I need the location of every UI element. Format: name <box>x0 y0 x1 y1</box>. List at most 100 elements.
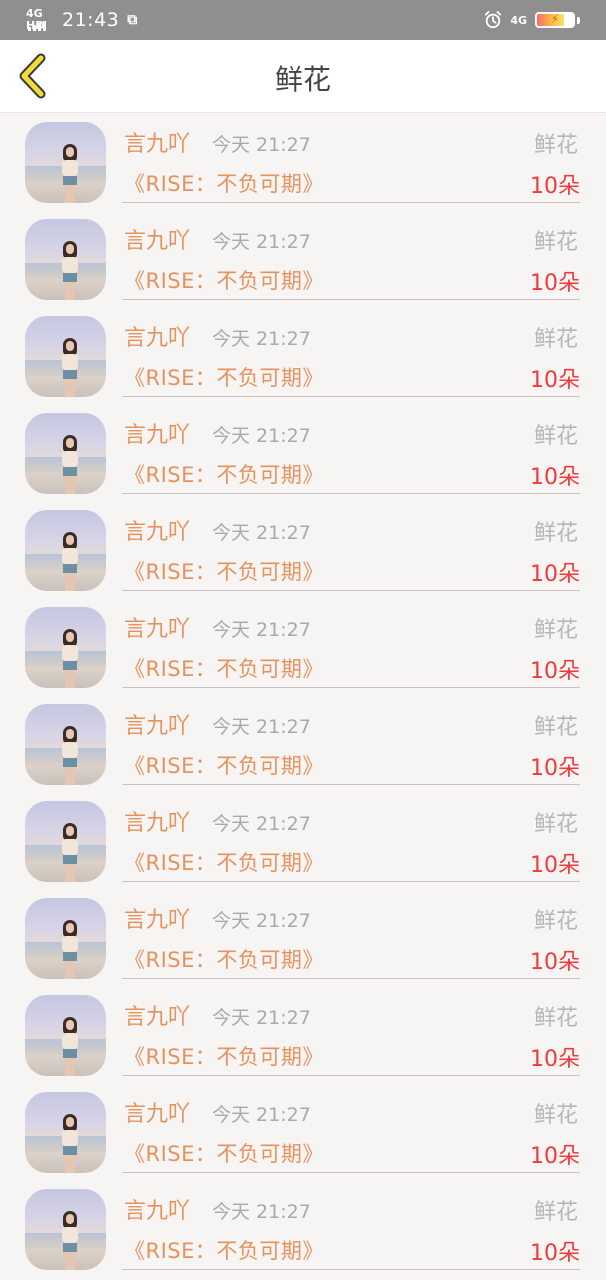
gift-count: 10朵 <box>530 1144 580 1169</box>
avatar[interactable] <box>25 801 106 882</box>
avatar[interactable] <box>25 219 106 300</box>
avatar[interactable] <box>25 704 106 785</box>
gift-type: 鲜花 <box>533 133 578 158</box>
list-item[interactable]: 言九吖 今天 21:27 鲜花 《RISE：不负可期》 10朵 <box>0 404 606 501</box>
gift-count: 10朵 <box>530 1241 580 1266</box>
song-title[interactable]: 《RISE：不负可期》 <box>124 847 324 877</box>
gift-type: 鲜花 <box>533 230 578 255</box>
gift-count: 10朵 <box>530 174 580 199</box>
sent-time: 今天 21:27 <box>212 231 311 253</box>
sender-name[interactable]: 言九吖 <box>124 223 190 255</box>
divider <box>122 1075 580 1076</box>
avatar[interactable] <box>25 1092 106 1173</box>
list-item[interactable]: 言九吖 今天 21:27 鲜花《RISE：不负可期》 10朵 <box>0 1083 606 1180</box>
sender-name[interactable]: 言九吖 <box>124 1193 190 1225</box>
gift-count: 10朵 <box>530 368 580 393</box>
sender-name[interactable]: 言九吖 <box>124 708 190 740</box>
list-item[interactable]: 言九吖 今天 21:27 鲜花 《RISE：不负可期》 10朵 <box>0 889 606 986</box>
song-title[interactable]: 《RISE：不负可期》 <box>124 750 324 780</box>
notification-icon: ⧉ <box>127 12 138 28</box>
divider <box>122 396 580 397</box>
sent-time: 今天 21:27 <box>212 619 311 641</box>
gift-type: 鲜花 <box>533 327 578 352</box>
alarm-clock-icon <box>485 11 502 29</box>
song-title[interactable]: 《RISE：不负可期》 <box>124 1138 324 1168</box>
divider <box>122 590 580 591</box>
song-title[interactable]: 《RISE：不负可期》 <box>124 265 324 295</box>
sender-name[interactable]: 言九吖 <box>124 611 190 643</box>
song-title[interactable]: 《RISE：不负可期》 <box>124 653 324 683</box>
list-item[interactable]: 言九吖 今天 21:27 鲜花《RISE：不负可期》 10朵 <box>0 792 606 889</box>
sender-name[interactable]: 言九吖 <box>124 417 190 449</box>
battery-tip <box>577 16 580 24</box>
song-title[interactable]: 《RISE：不负可期》 <box>124 556 324 586</box>
sender-name[interactable]: 言九吖 <box>124 514 190 546</box>
gift-type: 鲜花 <box>533 1103 578 1128</box>
gift-type: 鲜花 <box>533 1006 578 1031</box>
divider <box>122 493 580 494</box>
avatar[interactable] <box>25 413 106 494</box>
sent-time: 今天 21:27 <box>212 328 311 350</box>
sent-time: 今天 21:27 <box>212 813 311 835</box>
song-title[interactable]: 《RISE：不负可期》 <box>124 459 324 489</box>
avatar[interactable] <box>25 898 106 979</box>
list-item[interactable]: 言九吖 今天 21:27 鲜花 《RISE：不负可期》 10朵 <box>0 598 606 695</box>
divider <box>122 978 580 979</box>
signal-icon: 4G HD <box>26 8 56 32</box>
divider <box>122 687 580 688</box>
sent-time: 今天 21:27 <box>212 134 311 156</box>
avatar[interactable] <box>25 316 106 397</box>
avatar[interactable] <box>25 607 106 688</box>
sender-name[interactable]: 言九吖 <box>124 320 190 352</box>
list-item[interactable]: 言九吖 今天 21:27 鲜花《RISE：不负可期》 10朵 <box>0 210 606 307</box>
sent-time: 今天 21:27 <box>212 522 311 544</box>
list-item[interactable]: 言九吖 今天 21:27 鲜花《RISE：不负可期》 10朵 <box>0 1180 606 1277</box>
sender-name[interactable]: 言九吖 <box>124 126 190 158</box>
song-title[interactable]: 《RISE：不负可期》 <box>124 1041 324 1071</box>
sent-time: 今天 21:27 <box>212 1007 311 1029</box>
list-item[interactable]: 言九吖 今天 21:27 鲜花 《RISE：不负可期》 10朵 <box>0 501 606 598</box>
status-right: 4G ⚡ <box>484 8 580 32</box>
sent-time: 今天 21:27 <box>212 1201 311 1223</box>
sender-name[interactable]: 言九吖 <box>124 999 190 1031</box>
sent-time: 今天 21:27 <box>212 910 311 932</box>
divider <box>122 299 580 300</box>
avatar[interactable] <box>25 510 106 591</box>
avatar[interactable] <box>25 995 106 1076</box>
avatar[interactable] <box>25 122 106 203</box>
gift-type: 鲜花 <box>533 521 578 546</box>
list-item[interactable]: 言九吖 今天 21:27 鲜花《RISE：不负可期》 10朵 <box>0 113 606 210</box>
network-4g-label: 4G <box>510 13 527 27</box>
status-left: 4G HD 21:43 ⧉ <box>26 8 137 32</box>
sender-name[interactable]: 言九吖 <box>124 805 190 837</box>
gift-record-list: 言九吖 今天 21:27 鲜花 《RISE：不负可期》 10朵 言九吖 今天 21:27 鲜花… <box>0 113 606 1277</box>
divider <box>122 202 580 203</box>
list-item[interactable]: 言九吖 今天 21:27 鲜花《RISE：不负可期》 10朵 <box>0 986 606 1083</box>
gift-count: 10朵 <box>530 756 580 781</box>
sent-time: 今天 21:27 <box>212 1104 311 1126</box>
gift-count: 10朵 <box>530 853 580 878</box>
gift-count: 10朵 <box>530 950 580 975</box>
sender-name[interactable]: 言九吖 <box>124 1096 190 1128</box>
avatar[interactable] <box>25 1189 106 1270</box>
divider <box>122 1269 580 1270</box>
gift-type: 鲜花 <box>533 618 578 643</box>
divider <box>122 1172 580 1173</box>
battery-charging-icon: ⚡ <box>535 12 575 28</box>
gift-type: 鲜花 <box>533 1200 578 1225</box>
song-title[interactable]: 《RISE：不负可期》 <box>124 944 324 974</box>
sent-time: 今天 21:27 <box>212 716 311 738</box>
sent-time: 今天 21:27 <box>212 425 311 447</box>
song-title[interactable]: 《RISE：不负可期》 <box>124 362 324 392</box>
list-item[interactable]: 言九吖 今天 21:27 鲜花《RISE：不负可期》 10朵 <box>0 307 606 404</box>
song-title[interactable]: 《RISE：不负可期》 <box>124 1235 324 1265</box>
gift-count: 10朵 <box>530 1047 580 1072</box>
divider <box>122 881 580 882</box>
gift-count: 10朵 <box>530 271 580 296</box>
list-item[interactable]: 言九吖 今天 21:27 鲜花 《RISE：不负可期》 10朵 <box>0 695 606 792</box>
gift-type: 鲜花 <box>533 812 578 837</box>
sender-name[interactable]: 言九吖 <box>124 902 190 934</box>
gift-count: 10朵 <box>530 465 580 490</box>
song-title[interactable]: 《RISE：不负可期》 <box>124 168 324 198</box>
status-time: 21:43 <box>62 9 120 31</box>
